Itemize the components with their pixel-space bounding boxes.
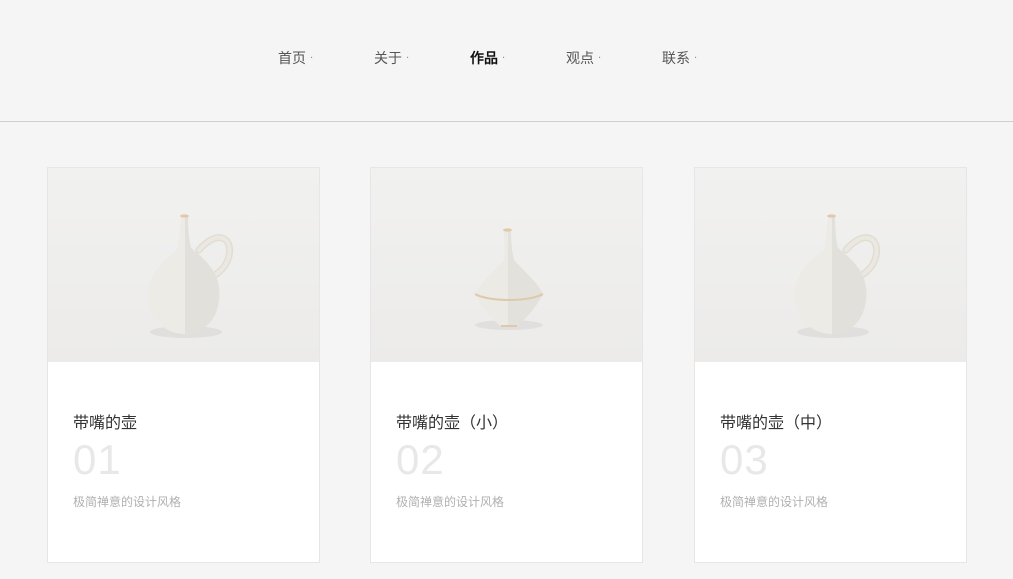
nav-dot: · <box>694 53 698 64</box>
work-card-1[interactable]: 带嘴的壶 01 极简禅意的设计风格 <box>47 167 320 563</box>
work-title: 带嘴的壶（小） <box>396 413 509 432</box>
handled-jug-image <box>695 168 966 362</box>
nav-item-works[interactable]: 作品 · <box>470 48 505 70</box>
nav-item-contact[interactable]: 联系 · <box>662 48 697 70</box>
work-number: 01 <box>73 436 122 483</box>
nav-label: 观点 <box>566 51 594 67</box>
nav-item-home[interactable]: 首页 · <box>278 48 313 70</box>
handled-jug-image <box>48 168 319 362</box>
main-nav: 首页 · 关于 · 作品 · 观点 · 联系 · <box>0 48 1013 70</box>
work-number: 02 <box>396 436 445 483</box>
work-title: 带嘴的壶 <box>73 413 138 432</box>
nav-dot: · <box>310 53 314 64</box>
work-description: 极简禅意的设计风格 <box>720 495 829 509</box>
work-title: 带嘴的壶（中） <box>720 413 833 432</box>
work-card-2[interactable]: 带嘴的壶（小） 02 极简禅意的设计风格 <box>370 167 643 563</box>
nav-label: 联系 <box>662 51 690 67</box>
nav-item-about[interactable]: 关于 · <box>374 48 409 70</box>
spinning-top-vase-image <box>371 168 642 362</box>
nav-label: 作品 <box>470 51 498 67</box>
nav-label: 关于 <box>374 51 402 67</box>
nav-dot: · <box>406 53 410 64</box>
nav-label: 首页 <box>278 51 306 67</box>
work-description: 极简禅意的设计风格 <box>396 495 505 509</box>
work-number: 03 <box>720 436 769 483</box>
nav-dot: · <box>502 53 506 64</box>
nav-item-views[interactable]: 观点 · <box>566 48 601 70</box>
site-header: 首页 · 关于 · 作品 · 观点 · 联系 · <box>0 0 1013 122</box>
work-card-3[interactable]: 带嘴的壶（中） 03 极简禅意的设计风格 <box>694 167 967 563</box>
work-description: 极简禅意的设计风格 <box>73 495 182 509</box>
nav-dot: · <box>598 53 602 64</box>
